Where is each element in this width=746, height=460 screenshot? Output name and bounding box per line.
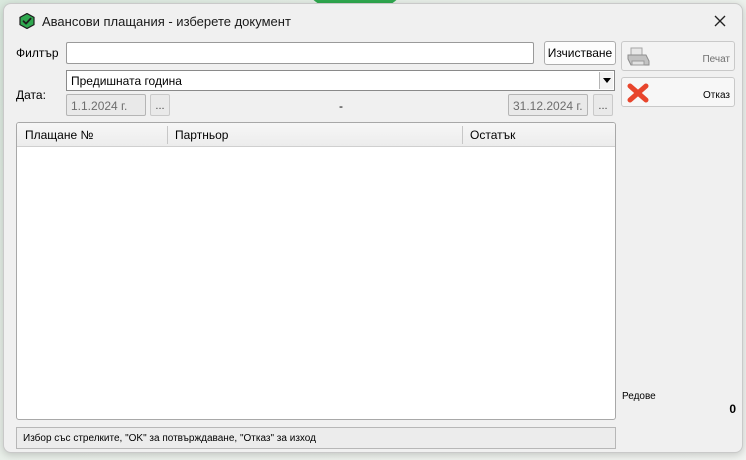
status-bar: Избор със стрелките, "OK" за потвърждава… (16, 427, 616, 449)
chevron-down-icon[interactable] (599, 72, 613, 89)
dialog-window: Авансови плащания - изберете документ Фи… (3, 3, 743, 453)
printer-icon (626, 46, 650, 68)
column-header-payment-no[interactable]: Плащане № (17, 123, 167, 147)
documents-table[interactable]: Плащане № Партньор Остатък (16, 122, 616, 420)
table-header: Плащане № Партньор Остатък (17, 123, 615, 147)
cancel-button[interactable]: Отказ (621, 77, 735, 107)
app-logo-icon (19, 12, 35, 30)
print-button-label: Печат (702, 54, 730, 65)
filter-input[interactable] (66, 42, 534, 64)
period-select[interactable]: Предишната година (66, 70, 615, 91)
period-select-value: Предишната година (71, 74, 182, 88)
window-title: Авансови плащания - изберете документ (42, 14, 291, 29)
date-range-separator: - (339, 99, 343, 113)
column-header-partner[interactable]: Партньор (167, 123, 463, 147)
close-icon[interactable] (706, 8, 734, 34)
cancel-button-label: Отказ (703, 90, 730, 101)
print-button[interactable]: Печат (621, 41, 735, 71)
filter-label: Филтър (16, 46, 59, 60)
title-bar: Авансови плащания - изберете документ (4, 4, 742, 38)
rows-count-label: Редове (622, 391, 656, 402)
column-header-balance[interactable]: Остатък (462, 123, 615, 147)
date-from-field[interactable]: 1.1.2024 г. (66, 94, 146, 116)
cancel-x-icon (626, 82, 650, 104)
date-label: Дата: (16, 88, 46, 102)
date-from-picker-button[interactable]: ... (150, 94, 170, 116)
date-to-picker-button[interactable]: ... (593, 94, 613, 116)
rows-count-value: 0 (729, 402, 736, 416)
clear-filter-button[interactable]: Изчистване (544, 41, 616, 65)
date-to-field[interactable]: 31.12.2024 г. (508, 94, 588, 116)
